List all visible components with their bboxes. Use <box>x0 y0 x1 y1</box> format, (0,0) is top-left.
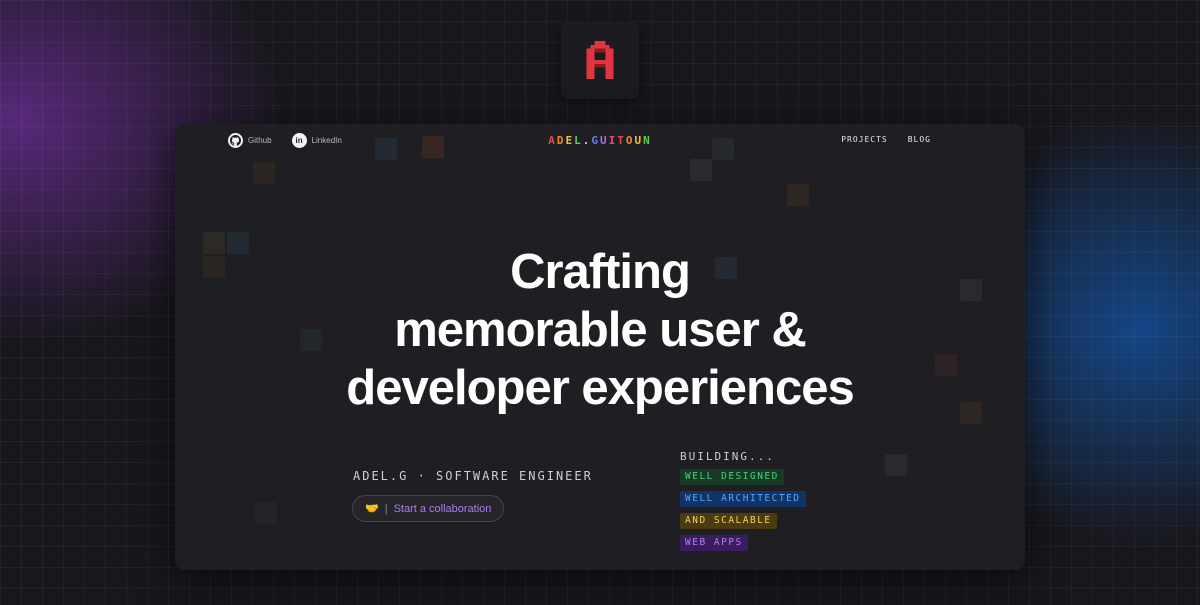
brand-letter: N <box>643 134 652 147</box>
building-tag: WEB APPS <box>680 535 748 551</box>
headline-line-3: developer experiences <box>346 361 854 415</box>
building-tag: WELL DESIGNED <box>680 469 784 485</box>
hero-headline: Crafting memorable user & developer expe… <box>175 243 1025 417</box>
headline-line-2: memorable user & <box>394 303 807 357</box>
decorative-pixel <box>690 159 712 181</box>
collaboration-label: Start a collaboration <box>393 502 492 515</box>
brand-letter: U <box>600 134 609 147</box>
brand-letter: U <box>634 134 644 147</box>
brand-letter: L <box>574 134 583 147</box>
decorative-pixel <box>787 184 809 206</box>
pixel-a-logo-icon <box>586 41 614 79</box>
nav-blog[interactable]: BLOG <box>908 135 931 144</box>
brand-letter: D <box>556 134 566 147</box>
decorative-pixel <box>885 454 907 476</box>
separator: | <box>384 502 388 515</box>
headline-line-1: Crafting <box>510 245 691 299</box>
brand-letter: E <box>565 134 575 147</box>
decorative-pixel <box>253 162 275 184</box>
site-logo[interactable] <box>561 21 639 99</box>
building-tag: AND SCALABLE <box>680 513 777 529</box>
hero-card: Github in LinkedIn ADEL.GUITOUN PROJECTS… <box>175 124 1025 570</box>
brand-letter: A <box>548 134 557 147</box>
brand-letter: O <box>625 134 635 147</box>
building-tags: WELL DESIGNED WELL ARCHITECTED AND SCALABL… <box>680 469 806 551</box>
brand-letter: G <box>591 134 600 147</box>
handshake-icon: 🤝 <box>365 503 379 515</box>
start-collaboration-button[interactable]: 🤝 | Start a collaboration <box>352 495 505 522</box>
role-title: ADEL.G · SOFTWARE ENGINEER <box>353 469 593 483</box>
brand-letter: T <box>617 134 626 147</box>
building-title: BUILDING... <box>680 450 775 463</box>
decorative-pixel <box>255 502 277 524</box>
main-nav: PROJECTS BLOG <box>841 135 931 144</box>
building-tag: WELL ARCHITECTED <box>680 491 806 507</box>
nav-projects[interactable]: PROJECTS <box>841 135 888 144</box>
brand-letter: I <box>608 134 618 147</box>
